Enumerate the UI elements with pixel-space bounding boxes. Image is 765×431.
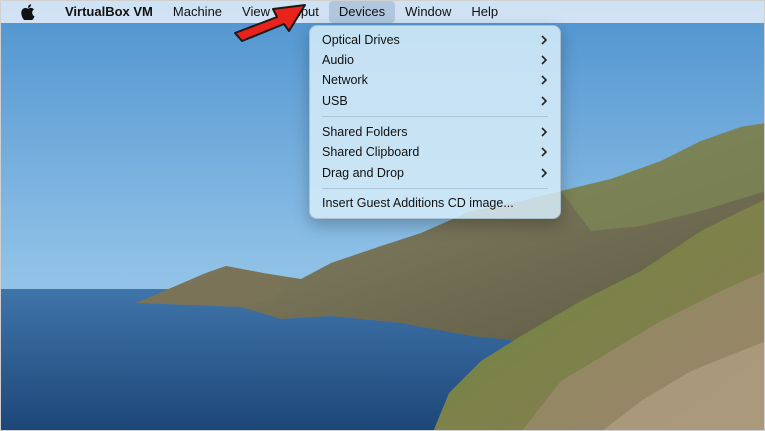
screen-frame: VirtualBox VM Machine View Input Devices… [0, 0, 765, 431]
menu-item-label: Audio [322, 53, 354, 67]
apple-logo-icon[interactable] [21, 4, 37, 20]
menu-separator [322, 188, 548, 189]
chevron-right-icon [541, 35, 548, 45]
menu-item-optical-drives[interactable]: Optical Drives [310, 30, 560, 50]
chevron-right-icon [541, 168, 548, 178]
menu-item-label: Shared Folders [322, 125, 408, 139]
red-pointer-arrow-icon [234, 4, 306, 42]
menu-separator [322, 116, 548, 117]
chevron-right-icon [541, 75, 548, 85]
menu-item-insert-guest-additions[interactable]: Insert Guest Additions CD image... [310, 193, 560, 213]
menu-window[interactable]: Window [395, 1, 461, 23]
menu-bar: VirtualBox VM Machine View Input Devices… [1, 1, 764, 23]
menu-item-label: Optical Drives [322, 33, 400, 47]
chevron-right-icon [541, 127, 548, 137]
menu-item-label: Insert Guest Additions CD image... [322, 196, 514, 210]
chevron-right-icon [541, 147, 548, 157]
menu-item-label: USB [322, 94, 348, 108]
chevron-right-icon [541, 55, 548, 65]
menu-item-label: Network [322, 73, 368, 87]
menu-item-label: Drag and Drop [322, 166, 404, 180]
menu-item-label: Shared Clipboard [322, 145, 420, 159]
menu-item-drag-and-drop[interactable]: Drag and Drop [310, 163, 560, 183]
menu-item-usb[interactable]: USB [310, 91, 560, 111]
menu-item-shared-clipboard[interactable]: Shared Clipboard [310, 142, 560, 162]
menu-item-shared-folders[interactable]: Shared Folders [310, 122, 560, 142]
menu-help[interactable]: Help [461, 1, 508, 23]
menu-devices[interactable]: Devices [328, 1, 396, 23]
chevron-right-icon [541, 96, 548, 106]
menu-item-network[interactable]: Network [310, 70, 560, 90]
menu-item-audio[interactable]: Audio [310, 50, 560, 70]
menu-virtualbox-vm[interactable]: VirtualBox VM [55, 1, 163, 23]
devices-dropdown-menu: Optical Drives Audio Network USB Shared … [309, 25, 561, 219]
menu-machine[interactable]: Machine [163, 1, 232, 23]
